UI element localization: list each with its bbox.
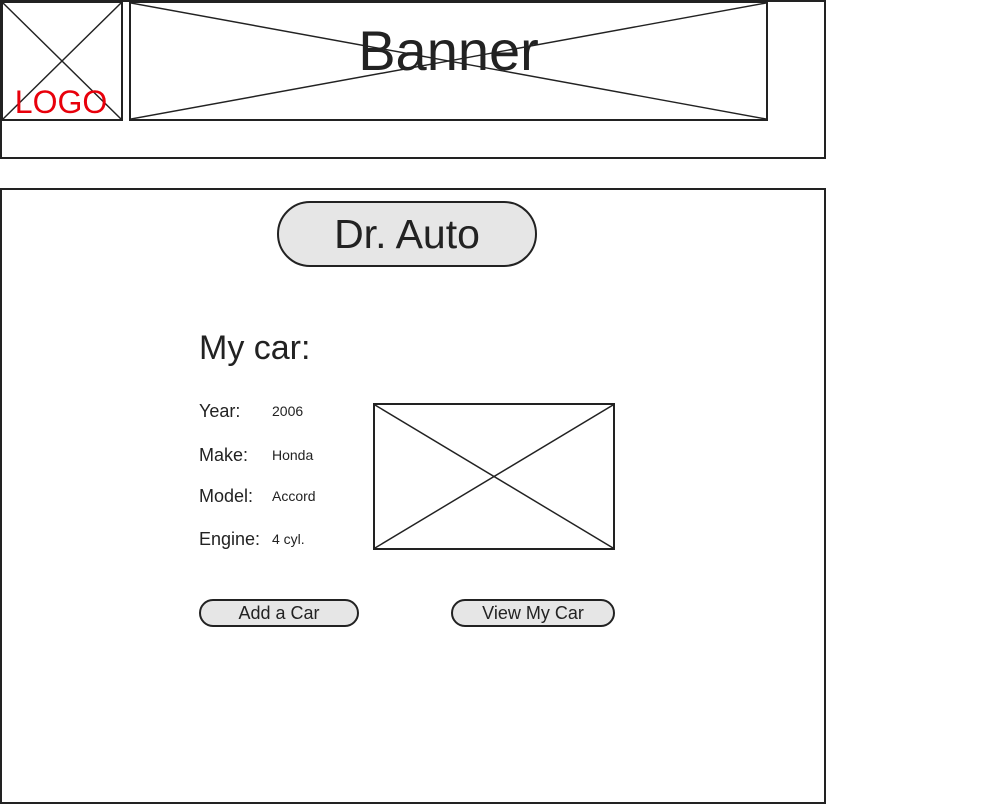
engine-label: Engine:: [199, 529, 261, 549]
image-placeholder-icon: [375, 405, 613, 548]
add-car-button[interactable]: Add a Car: [199, 599, 359, 627]
car-image: [373, 403, 615, 550]
make-label: Make:: [199, 445, 249, 465]
section-heading: My car:: [199, 329, 311, 367]
app-title: Dr. Auto: [277, 201, 537, 267]
year-label: Year:: [199, 401, 241, 421]
logo-text: LOGO: [14, 84, 108, 120]
engine-value: 4 cyl.: [272, 531, 305, 547]
banner-text: Banner: [358, 19, 539, 82]
model-label: Model:: [199, 486, 254, 506]
make-value: Honda: [272, 447, 314, 463]
year-value: 2006: [272, 403, 304, 419]
view-my-car-button[interactable]: View My Car: [451, 599, 615, 627]
model-value: Accord: [272, 488, 316, 504]
